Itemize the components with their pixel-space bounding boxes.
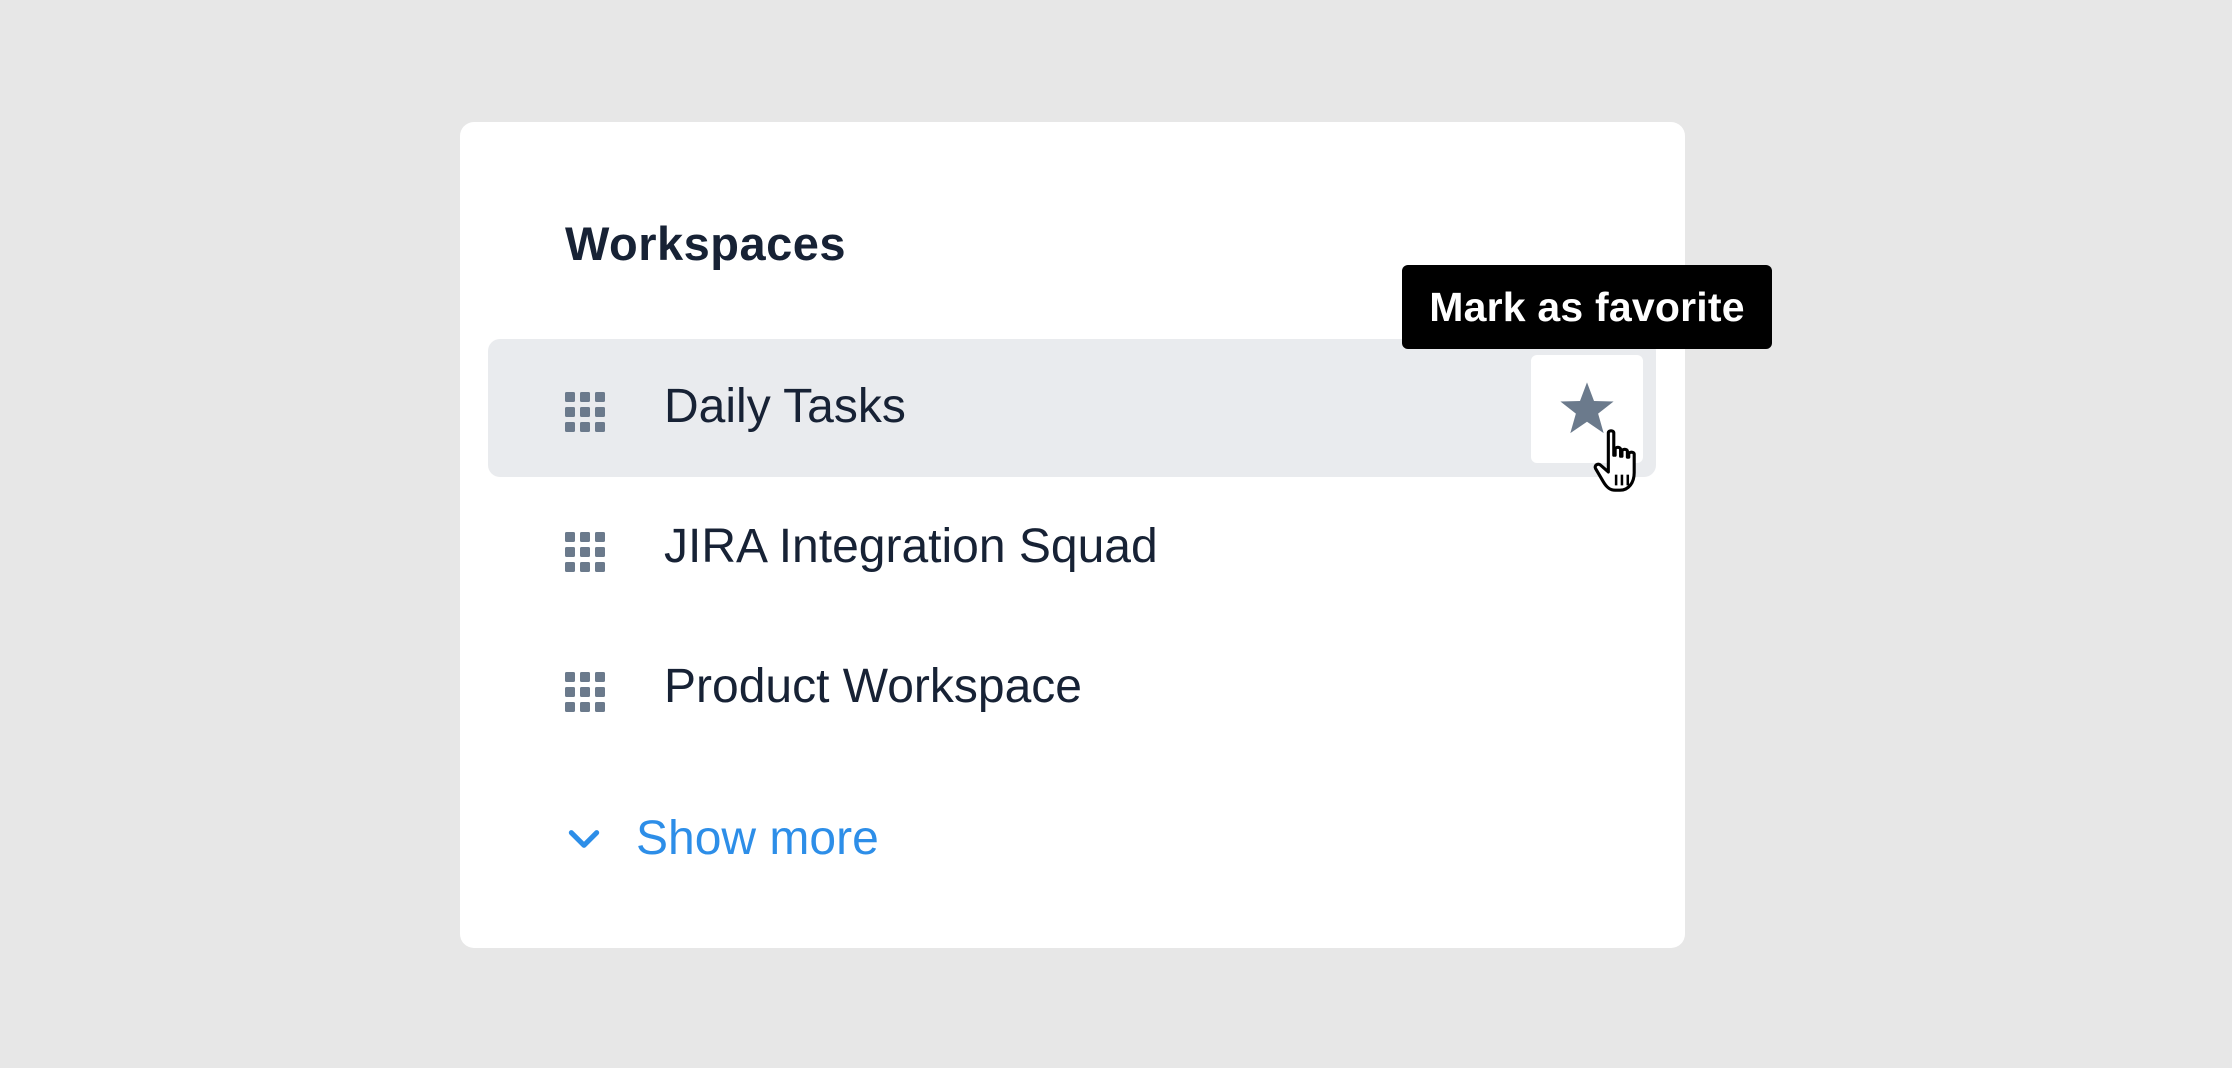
star-icon [1560, 382, 1614, 434]
workspace-label: Product Workspace [664, 660, 1082, 713]
chevron-down-icon [568, 830, 600, 848]
grid-icon [565, 672, 605, 712]
favorite-button[interactable] [1531, 355, 1643, 463]
grid-icon [565, 392, 605, 432]
favorite-tooltip: Mark as favorite [1402, 265, 1772, 349]
workspace-item-daily-tasks[interactable]: Daily Tasks [488, 339, 1656, 477]
grid-icon [565, 532, 605, 572]
show-more-label: Show more [636, 812, 879, 865]
workspaces-panel: Workspaces Daily Tasks JIRA Integration … [460, 122, 1685, 948]
workspace-item-product-workspace[interactable]: Product Workspace [488, 619, 1656, 757]
workspace-label: Daily Tasks [664, 380, 906, 433]
show-more-button[interactable]: Show more [565, 802, 965, 882]
workspace-label: JIRA Integration Squad [664, 520, 1158, 573]
workspace-item-jira-integration-squad[interactable]: JIRA Integration Squad [488, 479, 1656, 617]
panel-title: Workspaces [565, 217, 847, 270]
